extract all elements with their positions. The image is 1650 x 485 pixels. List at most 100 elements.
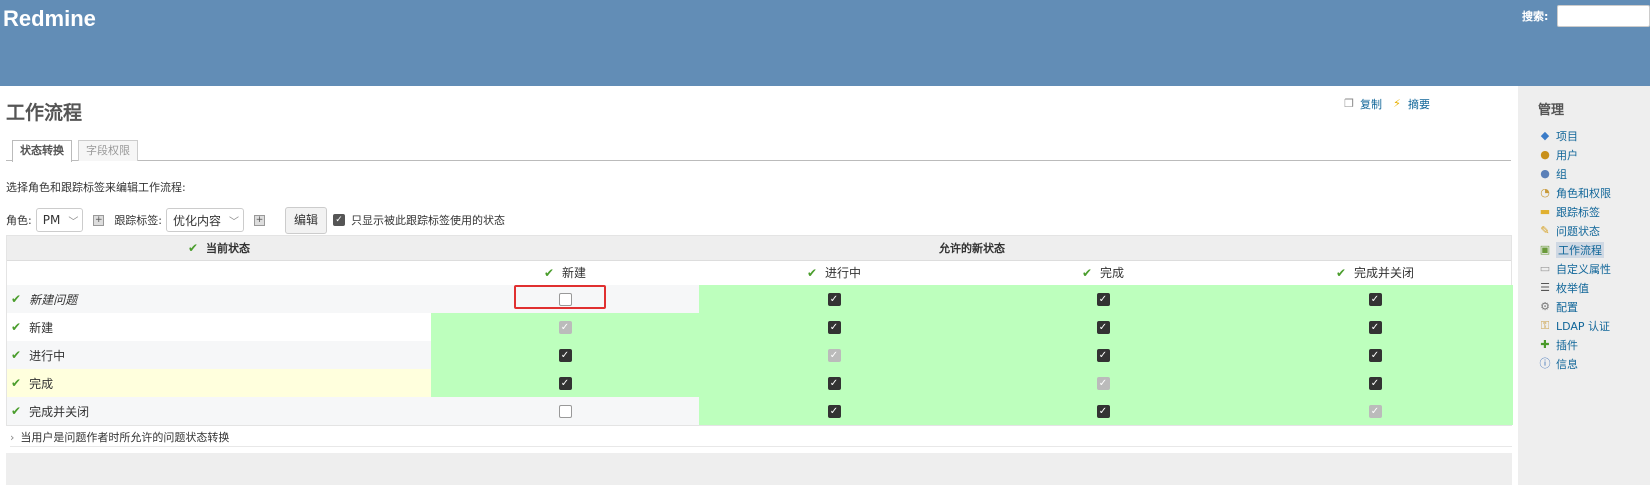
column-header: ✔ 完成 — [1081, 266, 1125, 280]
sidebar-item-roles[interactable]: ◔ 角色和权限 — [1538, 183, 1611, 202]
transition-checkbox[interactable] — [558, 376, 572, 390]
tracker-icon: ▬ — [1539, 204, 1551, 218]
top-header: Redmine 搜索: — [0, 0, 1650, 86]
copy-link[interactable]: ❐ 复制 — [1342, 96, 1382, 112]
check-icon[interactable]: ✔ — [1082, 266, 1092, 280]
row-label: ✔ 完成并关闭 — [11, 404, 90, 419]
sidebar-item-projects[interactable]: ◆ 项目 — [1538, 126, 1611, 145]
table-row: ✔ 进行中 — [7, 341, 1513, 369]
transition-checkbox[interactable] — [827, 404, 841, 418]
transition-checkbox[interactable] — [1096, 404, 1110, 418]
custom-fields-icon: ▭ — [1539, 261, 1551, 275]
expand-role-icon[interactable]: + — [93, 214, 105, 226]
role-label: 角色: — [6, 214, 32, 227]
tab-field-permissions[interactable]: 字段权限 — [78, 140, 138, 161]
transition-cell — [699, 397, 969, 425]
check-icon[interactable]: ✔ — [11, 292, 21, 306]
tracker-select[interactable]: 优化内容 ﹀ — [166, 208, 245, 232]
only-used-label: 只显示被此跟踪标签使用的状态 — [351, 214, 506, 227]
transition-checkbox[interactable] — [558, 404, 572, 418]
transition-checkbox[interactable] — [1096, 320, 1110, 334]
transition-checkbox[interactable] — [1096, 376, 1110, 390]
transition-checkbox[interactable] — [558, 348, 572, 362]
transition-cell — [1237, 313, 1513, 341]
intro-text: 选择角色和跟踪标签来编辑工作流程: — [6, 181, 186, 194]
sidebar-item-workflows[interactable]: ▣ 工作流程 — [1538, 240, 1611, 259]
tab-status-transitions[interactable]: 状态转换 — [12, 140, 72, 162]
author-transitions-label: 当用户是问题作者时所允许的问题状态转换 — [20, 431, 230, 444]
transition-cell — [431, 397, 699, 425]
workflow-table: ✔当前状态 允许的新状态 ✔新建 ✔进行中 ✔完成 ✔完成并关闭 ✔新建问题 ✔… — [6, 235, 1513, 426]
check-icon[interactable]: ✔ — [188, 241, 198, 255]
table-row: ✔ 完成 — [7, 369, 1513, 397]
enumerations-icon: ☰ — [1540, 280, 1550, 294]
settings-icon: ⚙ — [1540, 299, 1550, 313]
transition-checkbox[interactable] — [827, 348, 841, 362]
sidebar-item-users[interactable]: ● 用户 — [1538, 145, 1611, 164]
table-row: ✔ 新建 — [7, 313, 1513, 341]
transition-cell — [969, 313, 1237, 341]
check-icon[interactable]: ✔ — [11, 404, 21, 418]
check-icon[interactable]: ✔ — [544, 266, 554, 280]
chevron-right-icon: › — [10, 431, 15, 444]
transition-cell — [699, 341, 969, 369]
transition-checkbox[interactable] — [1096, 348, 1110, 362]
sidebar-item-ldap[interactable]: ⚿ LDAP 认证 — [1538, 316, 1611, 335]
expand-tracker-icon[interactable]: + — [254, 214, 266, 226]
table-header-row: ✔ 当前状态 允许的新状态 — [7, 236, 1511, 261]
tracker-label: 跟踪标签: — [114, 214, 163, 227]
transition-cell — [431, 369, 699, 397]
transition-checkbox[interactable] — [1368, 376, 1382, 390]
table-row: ✔ 完成并关闭 — [7, 397, 1513, 425]
transition-checkbox[interactable] — [558, 320, 572, 334]
search-input[interactable] — [1557, 5, 1650, 27]
sidebar-item-info[interactable]: ⓘ 信息 — [1538, 354, 1611, 373]
transition-cell — [969, 397, 1237, 425]
user-icon: ● — [1540, 147, 1550, 161]
summary-label: 摘要 — [1408, 98, 1430, 111]
copy-label: 复制 — [1360, 98, 1382, 111]
check-icon[interactable]: ✔ — [11, 320, 21, 334]
transition-checkbox[interactable] — [1368, 348, 1382, 362]
transition-checkbox[interactable] — [827, 320, 841, 334]
tracker-value: 优化内容 — [173, 213, 222, 228]
chevron-down-icon: ﹀ — [229, 216, 240, 228]
sidebar-item-custom-fields[interactable]: ▭ 自定义属性 — [1538, 259, 1611, 278]
check-icon[interactable]: ✔ — [11, 348, 21, 362]
issue-status-icon: ✎ — [1540, 223, 1550, 237]
transition-checkbox[interactable] — [1368, 320, 1382, 334]
app-title[interactable]: Redmine — [3, 6, 96, 32]
edit-button[interactable]: 编辑 — [285, 206, 328, 234]
transition-checkbox[interactable] — [827, 376, 841, 390]
column-header: ✔ 完成并关闭 — [1335, 266, 1415, 280]
workflow-icon: ▣ — [1539, 242, 1551, 256]
main-content: 工作流程 ❐ 复制 ⚡ 摘要 状态转换 字段权限 选择角色和跟踪标签来编辑工作流… — [0, 86, 1518, 485]
info-icon: ⓘ — [1539, 356, 1551, 370]
summary-link[interactable]: ⚡ 摘要 — [1390, 96, 1430, 112]
transition-checkbox[interactable] — [1368, 404, 1382, 418]
role-select[interactable]: PM ﹀ — [35, 208, 84, 232]
check-icon[interactable]: ✔ — [807, 266, 817, 280]
author-transitions-toggle[interactable]: › 当用户是问题作者时所允许的问题状态转换 — [10, 429, 1512, 447]
only-used-checkbox[interactable]: ✓ — [333, 214, 346, 226]
sidebar-item-groups[interactable]: ● 组 — [1538, 164, 1611, 183]
lightning-icon: ⚡ — [1393, 97, 1401, 110]
projects-icon: ◆ — [1540, 128, 1550, 142]
table-row: ✔ 新建问题 — [7, 285, 1513, 313]
sidebar-item-issue-statuses[interactable]: ✎ 问题状态 — [1538, 221, 1611, 240]
check-icon[interactable]: ✔ — [11, 376, 21, 390]
transition-checkbox[interactable] — [827, 292, 841, 306]
admin-menu: ◆ 项目 ● 用户 ● 组 ◔ 角色和权限 ▬ 跟踪标签 ✎ 问题状态 ▣ 工作流程 ▭ 自定义… — [1538, 126, 1612, 373]
sidebar-item-enumerations[interactable]: ☰ 枚举值 — [1538, 278, 1611, 297]
role-value: PM — [42, 213, 61, 227]
roles-icon: ◔ — [1540, 185, 1550, 199]
sidebar-item-trackers[interactable]: ▬ 跟踪标签 — [1538, 202, 1611, 221]
filter-bar: 角色: PM ﹀ + 跟踪标签: 优化内容 ﹀ + 编辑 ✓ 只显示被此跟踪标签使用… — [6, 206, 506, 234]
sidebar-item-plugins[interactable]: ✚ 插件 — [1538, 335, 1611, 354]
sidebar-item-settings[interactable]: ⚙ 配置 — [1538, 297, 1611, 316]
transition-checkbox[interactable] — [1096, 292, 1110, 306]
transition-checkbox[interactable] — [1368, 292, 1382, 306]
check-icon[interactable]: ✔ — [1336, 266, 1346, 280]
row-label: ✔ 新建 — [11, 320, 54, 335]
status-columns-row: ✔ 新建 ✔ 进行中 ✔ 完成 ✔ 完成并关闭 — [7, 261, 1511, 285]
